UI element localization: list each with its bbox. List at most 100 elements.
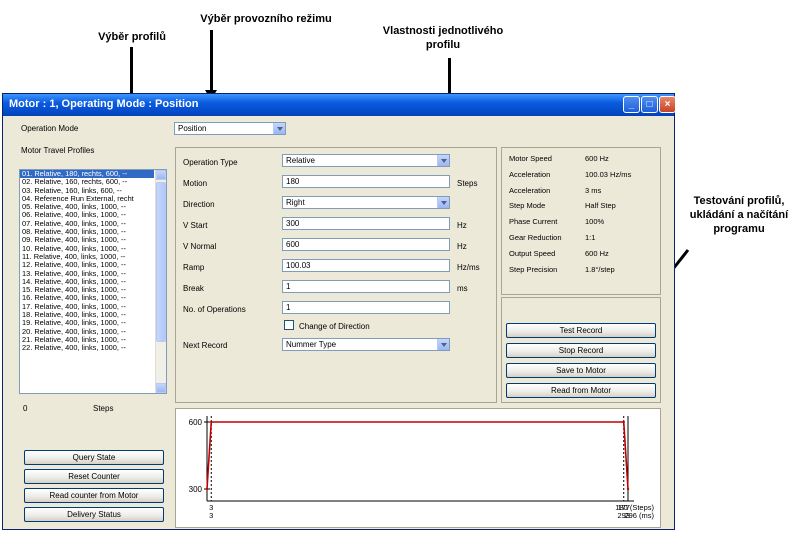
change-direction-checkbox[interactable] bbox=[284, 320, 294, 330]
read-from-motor-button[interactable]: Read from Motor bbox=[506, 383, 656, 398]
chevron-down-icon[interactable] bbox=[437, 155, 449, 166]
list-item[interactable]: 17. Relative, 400, links, 1000, -- bbox=[20, 303, 154, 311]
data-point bbox=[622, 420, 625, 424]
maximize-icon[interactable]: □ bbox=[641, 96, 658, 113]
list-item[interactable]: 02. Relative, 160, rechts, 600, -- bbox=[20, 178, 154, 186]
next-record-value: Nummer Type bbox=[286, 340, 337, 349]
property-name: Phase Current bbox=[509, 217, 558, 227]
data-point bbox=[205, 487, 209, 491]
list-item[interactable]: 13. Relative, 400, links, 1000, -- bbox=[20, 270, 154, 278]
motion-input[interactable]: 180 bbox=[282, 175, 450, 188]
read-counter-button[interactable]: Read counter from Motor bbox=[24, 488, 164, 503]
window-title: Motor : 1, Operating Mode : Position bbox=[9, 98, 199, 110]
property-value: 1.8°/step bbox=[585, 264, 615, 274]
list-item[interactable]: 15. Relative, 400, links, 1000, -- bbox=[20, 286, 154, 294]
annotation-operating-mode-select: Výběr provozního režimu bbox=[200, 13, 332, 25]
scroll-down-icon[interactable] bbox=[156, 383, 166, 393]
minimize-icon[interactable]: _ bbox=[623, 96, 640, 113]
property-value: 3 ms bbox=[585, 185, 602, 195]
v-start-unit: Hz bbox=[457, 221, 467, 230]
next-record-select[interactable]: Nummer Type bbox=[282, 338, 450, 351]
direction-select[interactable]: Right bbox=[282, 196, 450, 209]
list-item[interactable]: 05. Relative, 400, links, 1000, -- bbox=[20, 203, 154, 211]
ramp-unit: Hz/ms bbox=[457, 263, 480, 272]
list-item[interactable]: 21. Relative, 400, links, 1000, -- bbox=[20, 336, 154, 344]
list-item[interactable]: 11. Relative, 400, links, 1000, -- bbox=[20, 253, 154, 261]
v-normal-input[interactable]: 600 bbox=[282, 238, 450, 251]
velocity-series-line bbox=[206, 421, 629, 490]
test-record-button[interactable]: Test Record bbox=[506, 323, 656, 338]
property-value: 1:1 bbox=[585, 233, 596, 242]
property-value: 600 Hz bbox=[585, 248, 609, 258]
break-unit: ms bbox=[457, 284, 468, 293]
operation-mode-select[interactable]: Position bbox=[174, 122, 286, 135]
list-item[interactable]: 16. Relative, 400, links, 1000, -- bbox=[20, 294, 154, 302]
break-label: Break bbox=[183, 284, 204, 293]
next-record-label: Next Record bbox=[183, 341, 228, 350]
list-item[interactable]: 19. Relative, 400, links, 1000, -- bbox=[20, 319, 154, 327]
operation-mode-value: Position bbox=[178, 124, 207, 133]
list-item[interactable]: 06. Relative, 400, links, 1000, -- bbox=[20, 211, 154, 219]
data-point bbox=[210, 420, 213, 424]
profiles-list[interactable]: 01. Relative, 180, rechts, 600, -- 02. Re… bbox=[19, 169, 167, 394]
chevron-down-icon[interactable] bbox=[437, 339, 449, 350]
property-row: Phase Current 100% bbox=[509, 217, 659, 229]
property-row: Acceleration 3 ms bbox=[509, 186, 659, 198]
operation-type-value: Relative bbox=[286, 156, 315, 165]
arrow-line bbox=[210, 30, 213, 92]
list-item[interactable]: 10. Relative, 400, links, 1000, -- bbox=[20, 245, 154, 253]
list-item[interactable]: 20. Relative, 400, links, 1000, -- bbox=[20, 328, 154, 336]
list-item[interactable]: 09. Relative, 400, links, 1000, -- bbox=[20, 236, 154, 244]
property-row: Step Precision 1.8°/step bbox=[509, 265, 659, 277]
list-item[interactable]: 14. Relative, 400, links, 1000, -- bbox=[20, 278, 154, 286]
break-input[interactable]: 1 bbox=[282, 280, 450, 293]
list-scrollbar[interactable] bbox=[155, 170, 166, 393]
no-operations-label: No. of Operations bbox=[183, 305, 246, 314]
list-item[interactable]: 03. Relative, 160, links, 600, -- bbox=[20, 187, 154, 195]
counter-unit: Steps bbox=[93, 404, 114, 413]
list-item[interactable]: 07. Relative, 400, links, 1000, -- bbox=[20, 220, 154, 228]
direction-label: Direction bbox=[183, 200, 215, 209]
v-normal-label: V Normal bbox=[183, 242, 217, 251]
scroll-thumb[interactable] bbox=[156, 182, 166, 342]
motion-unit: Steps bbox=[457, 179, 478, 188]
property-name: Acceleration bbox=[509, 185, 551, 195]
chevron-down-icon[interactable] bbox=[273, 123, 285, 134]
title-bar[interactable]: Motor : 1, Operating Mode : Position _ □… bbox=[3, 94, 676, 116]
list-item[interactable]: 12. Relative, 400, links, 1000, -- bbox=[20, 261, 154, 269]
list-item[interactable]: 01. Relative, 180, rechts, 600, -- bbox=[20, 170, 154, 179]
list-item[interactable]: 08. Relative, 400, links, 1000, -- bbox=[20, 228, 154, 236]
query-state-button[interactable]: Query State bbox=[24, 450, 164, 465]
chart-svg: 60030033177293180 (Steps)296 (ms) bbox=[189, 416, 654, 520]
y-tick-label: 600 bbox=[189, 418, 203, 427]
profiles-label: Motor Travel Profiles bbox=[21, 146, 95, 155]
close-icon[interactable]: × bbox=[659, 96, 676, 113]
property-value: 100.03 Hz/ms bbox=[585, 169, 632, 179]
property-name: Output Speed bbox=[509, 248, 556, 258]
v-start-input[interactable]: 300 bbox=[282, 217, 450, 230]
operation-type-select[interactable]: Relative bbox=[282, 154, 450, 167]
chevron-down-icon[interactable] bbox=[437, 197, 449, 208]
stop-record-button[interactable]: Stop Record bbox=[506, 343, 656, 358]
property-row: Step Mode Half Step bbox=[509, 201, 659, 213]
property-name: Gear Reduction bbox=[509, 233, 562, 242]
scroll-up-icon[interactable] bbox=[156, 170, 166, 180]
save-to-motor-button[interactable]: Save to Motor bbox=[506, 363, 656, 378]
property-row: Output Speed 600 Hz bbox=[509, 249, 659, 261]
property-name: Step Mode bbox=[509, 201, 546, 211]
annotation-testing: Testování profilů, ukládání a načítání p… bbox=[689, 195, 789, 235]
ramp-input[interactable]: 100.03 bbox=[282, 259, 450, 272]
property-name: Step Precision bbox=[509, 264, 558, 274]
no-operations-input[interactable]: 1 bbox=[282, 301, 450, 314]
operation-type-label: Operation Type bbox=[183, 158, 238, 167]
delivery-status-button[interactable]: Delivery Status bbox=[24, 507, 164, 522]
list-item[interactable]: 22. Relative, 400, links, 1000, -- bbox=[20, 344, 154, 352]
change-direction-label: Change of Direction bbox=[299, 322, 370, 331]
counter-value: 0 bbox=[23, 404, 28, 413]
property-row: Acceleration 100.03 Hz/ms bbox=[509, 170, 659, 182]
annotation-profile-properties: Vlastnosti jednotlivého profilu bbox=[382, 25, 504, 51]
list-item[interactable]: 18. Relative, 400, links, 1000, -- bbox=[20, 311, 154, 319]
velocity-profile-chart: 600 300 3 3 177 293 180 (Steps) 296 (ms) bbox=[175, 408, 661, 528]
reset-counter-button[interactable]: Reset Counter bbox=[24, 469, 164, 484]
list-item[interactable]: 04. Reference Run External, recht bbox=[20, 195, 154, 203]
